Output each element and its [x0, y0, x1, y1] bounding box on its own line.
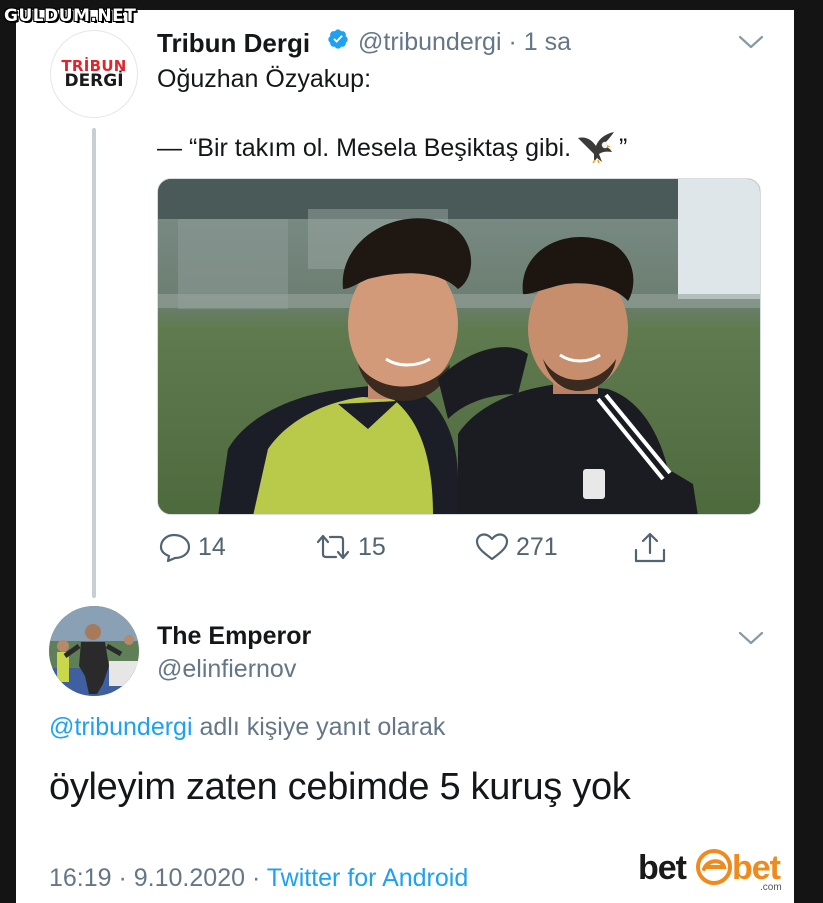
chevron-down-icon[interactable] — [738, 630, 764, 646]
avatar-logo-line2: DERGİ — [64, 71, 124, 91]
chevron-down-icon[interactable] — [738, 34, 764, 50]
logo-domain-text: .com — [760, 882, 782, 893]
players-photo-illustration — [158, 179, 760, 514]
share-icon — [634, 532, 666, 563]
reply-handle[interactable]: @elinfiernov — [157, 655, 296, 684]
replying-to-line: @tribundergi adlı kişiye yanıt olarak — [49, 713, 445, 742]
tweet-text-line1: Oğuzhan Özyakup: — [157, 65, 372, 93]
tweet-source-link[interactable]: Twitter for Android — [267, 864, 468, 892]
tweet-meta: 16:19 · 9.10.2020 · Twitter for Android — [49, 864, 468, 893]
retweet-icon — [316, 534, 350, 560]
avatar-photo — [49, 606, 139, 696]
tribun-dergi-avatar[interactable]: TRİBUN DERGİ — [50, 30, 138, 118]
retweet-action[interactable]: 15 — [314, 532, 386, 562]
reply-tweet-text: öyleyim zaten cebimde 5 kuruş yok — [49, 766, 631, 808]
reply-icon — [159, 533, 191, 562]
like-count: 271 — [516, 532, 558, 561]
replying-to-mention-link[interactable]: @tribundergi — [49, 713, 193, 741]
tweet-timestamp[interactable]: 16:19 · 9.10.2020 · — [49, 864, 267, 892]
replying-to-label: adlı kişiye yanıt olarak — [192, 713, 446, 741]
betebet-logo: bet bet .com — [638, 849, 782, 893]
the-emperor-avatar[interactable] — [49, 606, 139, 696]
tweet-quote-close: ” — [619, 134, 628, 162]
thread-connector-line — [92, 128, 96, 598]
original-handle-time[interactable]: @tribundergi · 1 sa — [358, 28, 571, 57]
watermark: GULDUM.NET — [4, 6, 137, 26]
like-action[interactable]: 271 — [474, 532, 558, 562]
reply-display-name[interactable]: The Emperor — [157, 622, 311, 651]
eagle-emoji-icon — [578, 132, 615, 164]
tweet-card: TRİBUN DERGİ Tribun Dergi @tribundergi ·… — [16, 10, 794, 903]
heart-icon — [475, 533, 509, 561]
tweet-text-line2: — “Bir takım ol. Mesela Beşiktaş gibi. ” — [157, 130, 627, 164]
reply-count: 14 — [198, 532, 226, 561]
tweet-photo[interactable] — [157, 178, 761, 515]
retweet-count: 15 — [358, 532, 386, 561]
share-action[interactable] — [633, 532, 673, 564]
logo-left-text: bet — [638, 849, 687, 887]
tweet-quote-text: — “Bir takım ol. Mesela Beşiktaş gibi. — [157, 134, 572, 162]
verified-badge-icon — [328, 29, 348, 49]
original-display-name[interactable]: Tribun Dergi — [157, 28, 310, 59]
reply-action[interactable]: 14 — [158, 532, 226, 562]
